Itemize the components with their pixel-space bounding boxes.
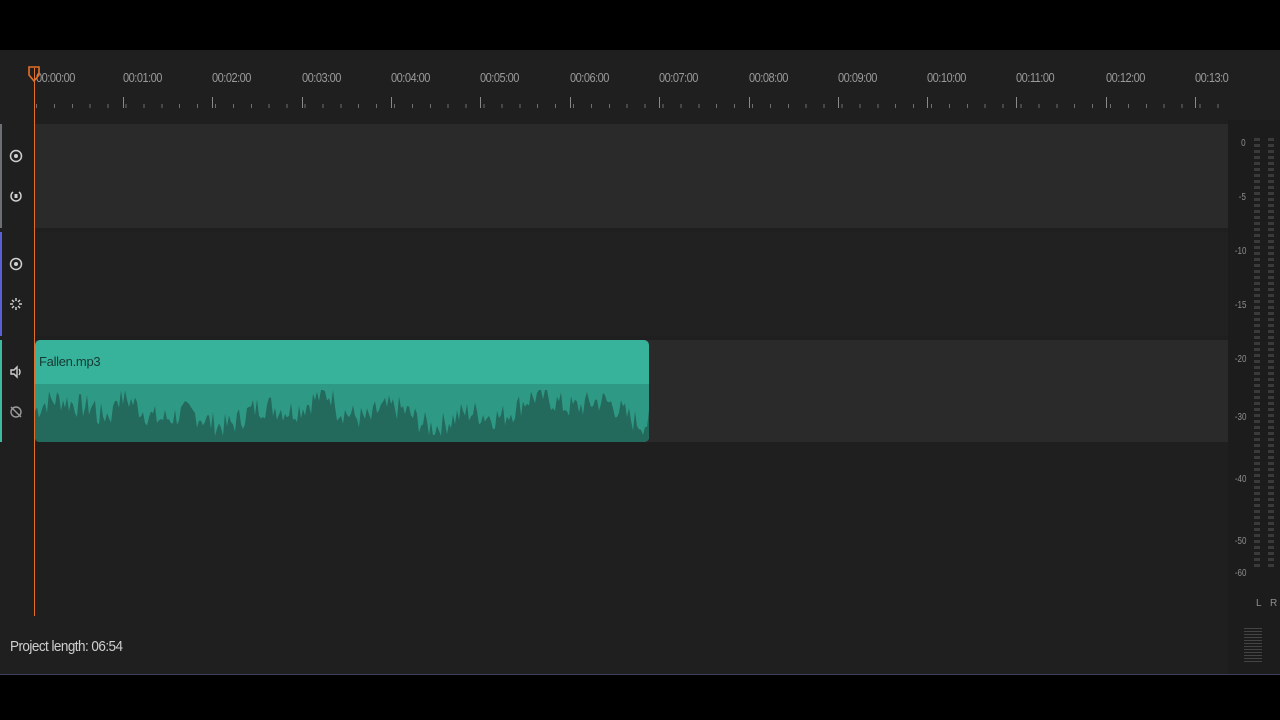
ruler-label: 00:00:00	[36, 70, 75, 85]
audio-waveform	[35, 390, 649, 442]
meter-left-label: L	[1256, 598, 1262, 609]
meter-scale-label: 0	[1241, 138, 1246, 149]
ruler-major-tick	[927, 97, 928, 108]
ruler-major-tick	[749, 97, 750, 108]
waveform-shape	[35, 390, 649, 442]
ruler-label: 00:01:00	[123, 70, 162, 85]
ruler-minor-ticks	[36, 104, 1226, 108]
ruler-label: 00:02:00	[212, 70, 251, 85]
ruler-major-tick	[123, 97, 124, 108]
ruler-major-tick	[838, 97, 839, 108]
timeline-editor: 00:00:00 00:01:00 00:02:00 00:03:00 00:0…	[0, 50, 1280, 675]
meter-grid	[1244, 628, 1262, 664]
ruler-label: 00:13:0	[1195, 70, 1229, 85]
meter-scale-label: -10	[1234, 246, 1246, 257]
time-ruler[interactable]: 00:00:00 00:01:00 00:02:00 00:03:00 00:0…	[0, 50, 1229, 114]
mute-icon[interactable]	[8, 404, 24, 420]
ruler-major-tick	[1106, 97, 1107, 108]
eye-icon[interactable]	[8, 148, 24, 164]
ruler-major-tick	[1195, 97, 1196, 108]
eye-icon[interactable]	[8, 256, 24, 272]
meter-scale-label: -60	[1234, 568, 1246, 579]
meter-bar-right	[1268, 138, 1274, 568]
meter-scale-label: -50	[1234, 536, 1246, 547]
ruler-major-tick	[480, 97, 481, 108]
playhead-handle[interactable]	[28, 66, 40, 82]
speaker-icon[interactable]	[8, 364, 24, 380]
ruler-major-tick	[302, 97, 303, 108]
ruler-label: 00:10:00	[927, 70, 966, 85]
meter-scale-label: -30	[1234, 412, 1246, 423]
ruler-label: 00:05:00	[480, 70, 519, 85]
ruler-label: 00:11:00	[1016, 70, 1055, 85]
track-header-video-2	[0, 232, 34, 336]
meter-right-label: R	[1270, 598, 1278, 609]
ruler-major-tick	[391, 97, 392, 108]
project-length-label: Project length: 06:54	[10, 638, 123, 655]
meter-scale-label: -40	[1234, 474, 1246, 485]
track-header-audio	[0, 340, 34, 442]
ruler-label: 00:08:00	[749, 70, 788, 85]
ruler-label: 00:09:00	[838, 70, 877, 85]
track-lane-video-2[interactable]	[34, 232, 1228, 336]
track-color-marker	[0, 232, 2, 336]
ruler-major-tick	[212, 97, 213, 108]
clip-name: Fallen.mp3	[39, 354, 101, 369]
playhead-line[interactable]	[34, 68, 35, 616]
ruler-label: 00:12:00	[1106, 70, 1145, 85]
ruler-label: 00:04:00	[391, 70, 430, 85]
ruler-label: 00:07:00	[659, 70, 698, 85]
track-header-video-1	[0, 124, 34, 228]
track-color-marker	[0, 340, 2, 442]
meter-scale-label: -20	[1234, 354, 1246, 365]
lock-icon[interactable]	[8, 188, 24, 204]
track-lane-video-1[interactable]	[34, 124, 1228, 228]
ruler-label: 00:03:00	[302, 70, 341, 85]
audio-clip[interactable]: Fallen.mp3	[35, 340, 649, 442]
meter-scale-label: -15	[1234, 300, 1246, 311]
meter-bar-left	[1254, 138, 1260, 568]
ruler-major-tick	[570, 97, 571, 108]
ruler-major-tick	[659, 97, 660, 108]
audio-level-meter: 0 -5 -10 -15 -20 -30 -40 -50 -60 L R	[1228, 120, 1280, 674]
ruler-label: 00:06:00	[570, 70, 609, 85]
meter-scale-label: -5	[1238, 192, 1246, 203]
ruler-major-tick	[1016, 97, 1017, 108]
track-color-marker	[0, 124, 2, 228]
effect-icon[interactable]	[8, 296, 24, 312]
